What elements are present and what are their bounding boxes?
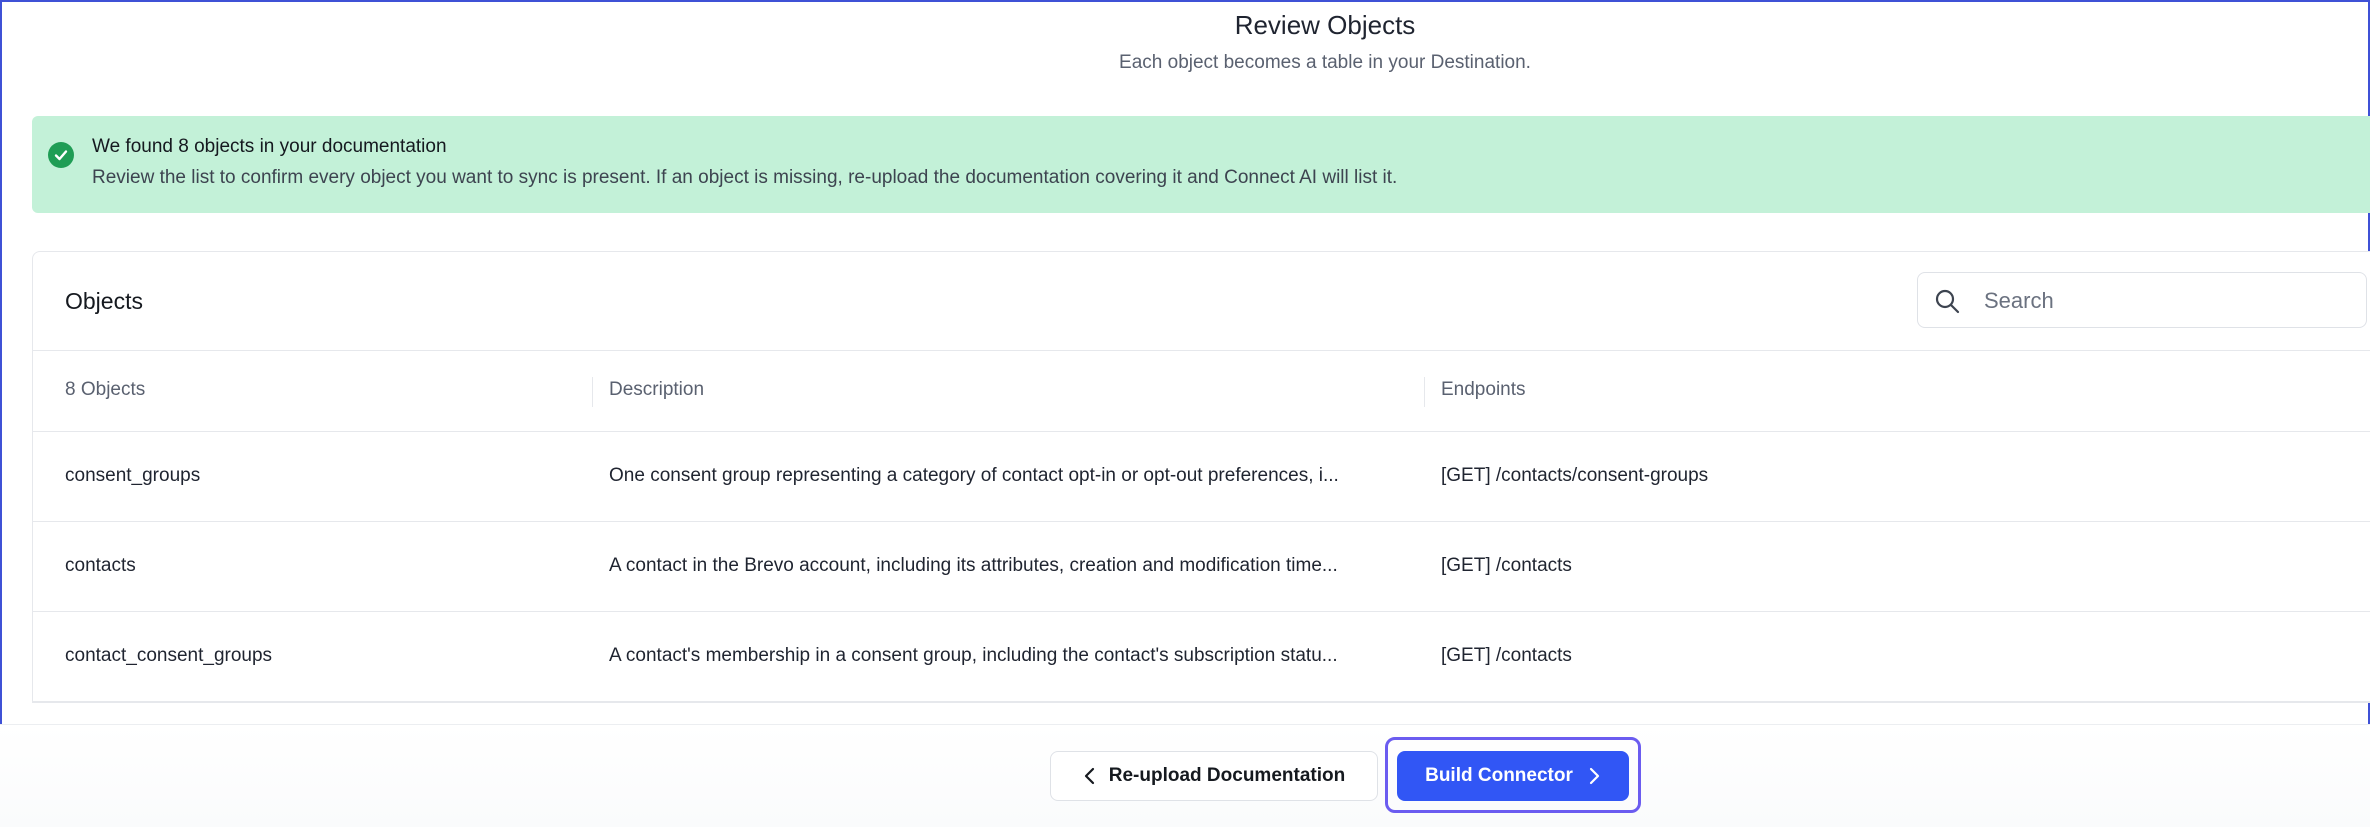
- build-connector-button[interactable]: Build Connector: [1397, 751, 1629, 801]
- object-name: consent_groups: [65, 465, 201, 486]
- objects-card: Objects 8 Objects Description Endpoints …: [32, 251, 2370, 703]
- column-divider: [1424, 377, 1425, 407]
- banner-title: We found 8 objects in your documentation: [92, 136, 447, 157]
- banner-text: Review the list to confirm every object …: [92, 167, 1398, 188]
- reupload-label: Re-upload Documentation: [1108, 765, 1346, 786]
- page-title: Review Objects: [1234, 10, 1416, 40]
- footer-actions: Re-upload Documentation Build Connector: [0, 724, 2370, 827]
- table-row[interactable]: contact_consent_groups A contact's membe…: [33, 612, 2370, 702]
- column-header-objects: 8 Objects: [65, 379, 146, 400]
- object-endpoint: [GET] /contacts/consent-groups: [1441, 465, 1709, 486]
- object-description: A contact's membership in a consent grou…: [609, 645, 1338, 666]
- object-name: contacts: [65, 555, 136, 576]
- object-endpoint: [GET] /contacts: [1441, 645, 1572, 666]
- search-box[interactable]: [1917, 272, 2367, 328]
- column-header-endpoints: Endpoints: [1441, 379, 1526, 400]
- object-description: A contact in the Brevo account, includin…: [609, 555, 1338, 576]
- column-header-description: Description: [609, 379, 705, 400]
- table-row[interactable]: contacts A contact in the Brevo account,…: [33, 522, 2370, 612]
- search-input[interactable]: [1982, 283, 2346, 319]
- table-row[interactable]: consent_groups One consent group represe…: [33, 432, 2370, 522]
- table-header: 8 Objects Description Endpoints: [33, 350, 2370, 432]
- chevron-right-icon: [1589, 767, 1599, 785]
- object-name: contact_consent_groups: [65, 645, 273, 666]
- column-divider: [592, 377, 593, 407]
- object-endpoint: [GET] /contacts: [1441, 555, 1572, 576]
- reupload-documentation-button[interactable]: Re-upload Documentation: [1050, 751, 1378, 801]
- success-banner: We found 8 objects in your documentation…: [32, 116, 2370, 213]
- object-description: One consent group representing a categor…: [609, 465, 1339, 486]
- build-label: Build Connector: [1425, 765, 1573, 786]
- page-subtitle: Each object becomes a table in your Dest…: [1119, 52, 1531, 73]
- check-circle-icon: [48, 142, 74, 168]
- search-icon: [1935, 289, 1960, 314]
- objects-card-title: Objects: [65, 288, 143, 314]
- chevron-left-icon: [1084, 767, 1094, 785]
